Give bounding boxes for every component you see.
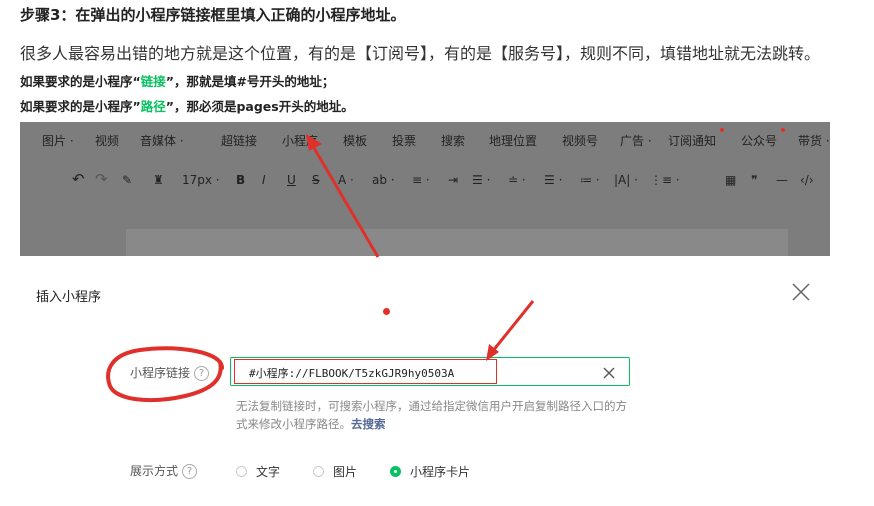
annotation-overlay	[106, 134, 535, 403]
annotation-circle	[106, 346, 224, 403]
annotation-arrow	[312, 147, 380, 258]
annotation-arrow	[490, 300, 535, 353]
